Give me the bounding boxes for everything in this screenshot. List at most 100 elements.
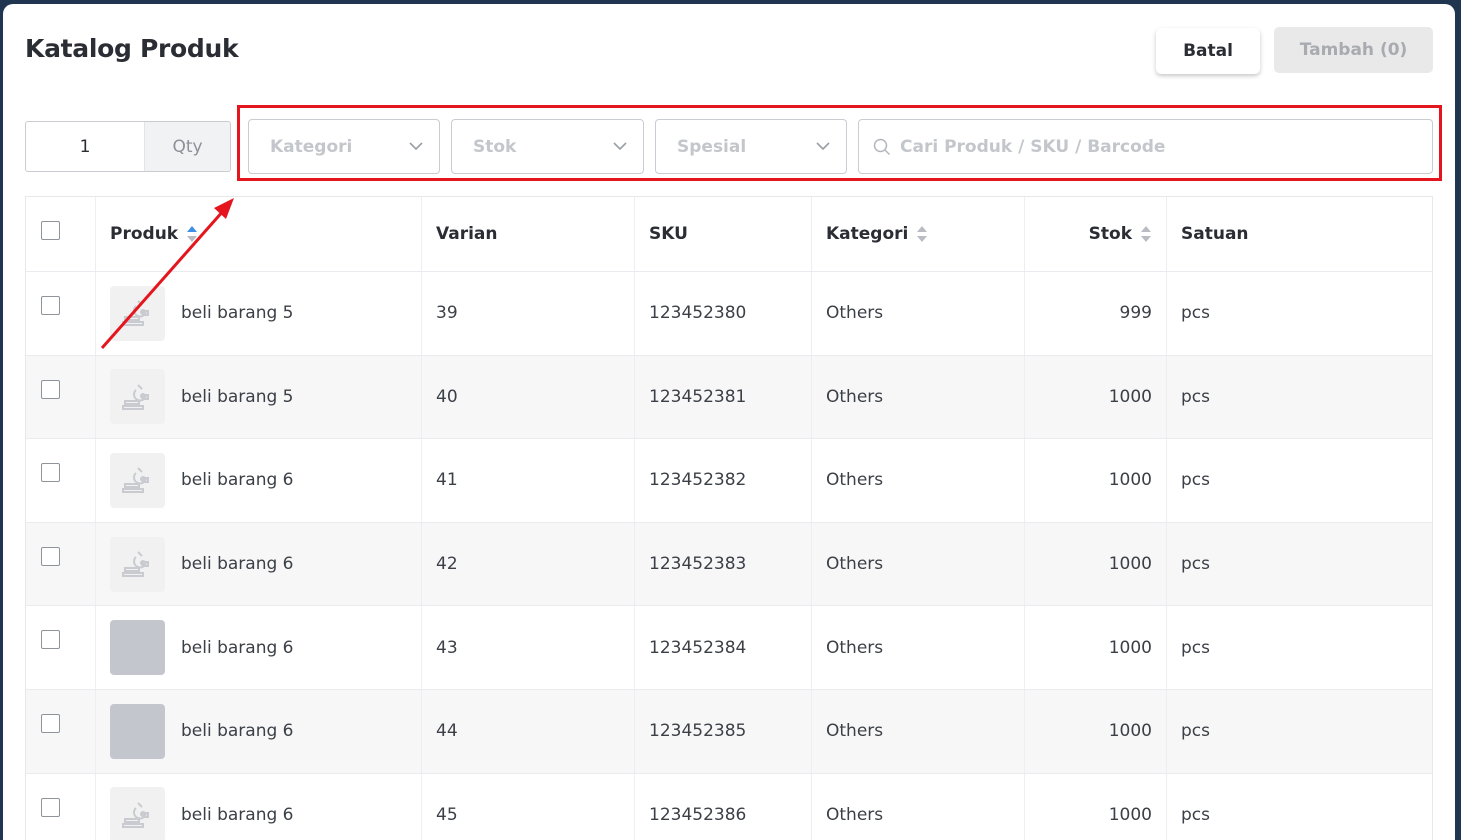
product-name: beli barang 6	[181, 470, 294, 491]
row-checkbox[interactable]	[41, 463, 60, 483]
satuan-cell: pcs	[1181, 386, 1210, 407]
header-kategori-label: Kategori	[826, 224, 909, 244]
table-row[interactable]: beli barang 6 43 123452384 Others 1000 p…	[26, 606, 1432, 690]
produk-cell: beli barang 5	[96, 355, 422, 439]
qty-input-group[interactable]: 1 Qty	[25, 121, 231, 172]
sort-icon[interactable]	[1140, 224, 1152, 244]
table-row[interactable]: beli barang 6 44 123452385 Others 1000 p…	[26, 689, 1432, 774]
qty-label: Qty	[144, 122, 230, 171]
product-table: Produk Varian SKU Kategori Stok Satuan b…	[25, 196, 1433, 840]
kategori-cell: Others	[812, 522, 1025, 606]
produk-cell: beli barang 5	[96, 272, 422, 355]
stok-cell: 1000	[1025, 773, 1167, 840]
varian-cell: 44	[422, 689, 635, 773]
produk-cell: beli barang 6	[96, 689, 422, 773]
filter-highlight-box	[237, 105, 1442, 181]
row-checkbox[interactable]	[41, 797, 60, 817]
header-stok-label: Stok	[1088, 224, 1132, 244]
sku-cell: 123452381	[635, 355, 812, 439]
scale-image-icon	[121, 467, 149, 494]
stok-cell: 999	[1025, 272, 1167, 355]
table-row[interactable]: beli barang 6 42 123452383 Others 1000 p…	[26, 522, 1432, 607]
table-row[interactable]: beli barang 6 41 123452382 Others 1000 p…	[26, 439, 1432, 523]
row-select-cell	[26, 606, 96, 689]
sku-cell: 123452386	[635, 773, 812, 840]
product-name: beli barang 6	[181, 637, 294, 658]
sku-cell: 123452383	[635, 522, 812, 606]
product-thumbnail	[110, 703, 165, 759]
sort-icon[interactable]	[916, 224, 928, 244]
kategori-cell: Others	[812, 272, 1025, 355]
add-button[interactable]: Tambah (0)	[1274, 27, 1433, 73]
kategori-cell: Others	[812, 689, 1025, 773]
header-satuan-label: Satuan	[1181, 224, 1249, 244]
varian-cell: 45	[422, 773, 635, 840]
kategori-cell: Others	[812, 606, 1025, 689]
produk-cell: beli barang 6	[96, 522, 422, 606]
header-varian-label: Varian	[436, 224, 498, 244]
table-row[interactable]: beli barang 5 40 123452381 Others 1000 p…	[26, 355, 1432, 440]
table-row[interactable]: beli barang 5 39 123452380 Others 999 pc…	[26, 272, 1432, 356]
sku-cell: 123452380	[635, 272, 812, 355]
product-thumbnail	[110, 787, 165, 840]
produk-cell: beli barang 6	[96, 606, 422, 689]
header-produk[interactable]: Produk	[96, 197, 422, 271]
header-kategori[interactable]: Kategori	[812, 197, 1025, 271]
satuan-cell: pcs	[1181, 721, 1210, 742]
row-checkbox[interactable]	[41, 630, 60, 650]
kategori-cell: Others	[812, 773, 1025, 840]
header-produk-label: Produk	[110, 224, 179, 244]
varian-cell: 42	[422, 522, 635, 606]
stok-cell: 1000	[1025, 606, 1167, 689]
satuan-cell: pcs	[1181, 470, 1210, 491]
produk-cell: beli barang 6	[96, 439, 422, 522]
row-select-cell	[26, 773, 96, 840]
satuan-cell: pcs	[1181, 637, 1210, 658]
satuan-cell: pcs	[1181, 804, 1210, 825]
product-name: beli barang 5	[181, 386, 294, 407]
stok-cell: 1000	[1025, 689, 1167, 773]
row-checkbox[interactable]	[41, 546, 60, 566]
stok-cell: 1000	[1025, 439, 1167, 522]
table-row[interactable]: beli barang 6 45 123452386 Others 1000 p…	[26, 773, 1432, 840]
header-sku-label: SKU	[649, 224, 688, 244]
row-select-cell	[26, 355, 96, 439]
product-name: beli barang 6	[181, 554, 294, 575]
scale-image-icon	[121, 384, 149, 410]
row-select-cell	[26, 689, 96, 773]
modal-title: Katalog Produk	[25, 34, 239, 63]
product-thumbnail	[110, 369, 165, 425]
header-sku: SKU	[635, 197, 812, 271]
varian-cell: 43	[422, 606, 635, 689]
sku-cell: 123452384	[635, 606, 812, 689]
header-select-cell	[26, 197, 96, 271]
varian-cell: 40	[422, 355, 635, 439]
scale-image-icon	[121, 802, 149, 828]
product-thumbnail	[110, 285, 165, 341]
product-name: beli barang 6	[181, 804, 294, 825]
product-thumbnail	[110, 536, 165, 592]
header-varian: Varian	[422, 197, 635, 271]
qty-input[interactable]: 1	[26, 122, 144, 171]
cancel-button[interactable]: Batal	[1156, 28, 1260, 74]
table-header-row: Produk Varian SKU Kategori Stok Satuan	[26, 197, 1432, 272]
sku-cell: 123452385	[635, 689, 812, 773]
sku-cell: 123452382	[635, 439, 812, 522]
varian-cell: 41	[422, 439, 635, 522]
product-thumbnail	[110, 452, 165, 508]
satuan-cell: pcs	[1181, 554, 1210, 575]
row-select-cell	[26, 439, 96, 522]
row-checkbox[interactable]	[41, 713, 60, 733]
stok-cell: 1000	[1025, 355, 1167, 439]
satuan-cell: pcs	[1181, 303, 1210, 324]
scale-image-icon	[121, 551, 149, 578]
header-stok[interactable]: Stok	[1025, 197, 1167, 271]
select-all-checkbox[interactable]	[41, 221, 60, 240]
row-checkbox[interactable]	[41, 379, 60, 399]
produk-cell: beli barang 6	[96, 773, 422, 840]
row-checkbox[interactable]	[41, 296, 60, 315]
sort-icon[interactable]	[186, 224, 198, 244]
product-name: beli barang 5	[181, 303, 294, 324]
stok-cell: 1000	[1025, 522, 1167, 606]
kategori-cell: Others	[812, 439, 1025, 522]
